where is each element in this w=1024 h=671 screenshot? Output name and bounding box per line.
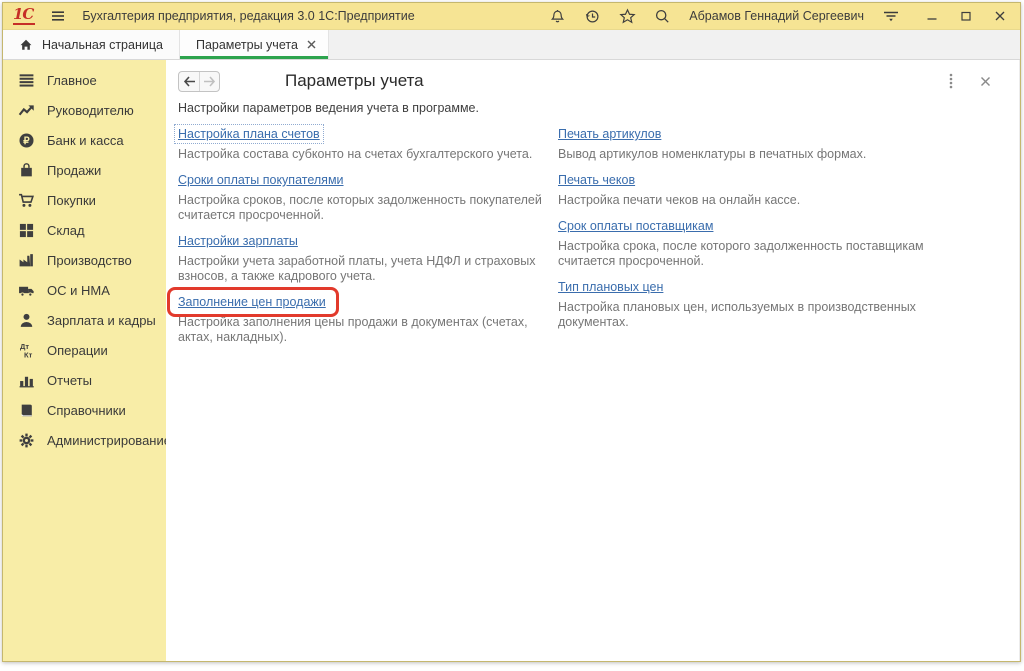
setting-description: Настройка печати чеков на онлайн кассе. <box>558 193 958 208</box>
forward-button[interactable] <box>199 72 219 91</box>
notifications-icon[interactable] <box>547 6 567 26</box>
sidebar-item-label: Главное <box>47 73 97 88</box>
sidebar-item-label: Администрирование <box>47 433 171 448</box>
setting-description: Настройка состава субконто на счетах бух… <box>178 147 558 162</box>
home-icon <box>19 38 33 52</box>
link-nastroyki-zarplaty[interactable]: Настройки зарплаты <box>178 233 298 249</box>
link-tip-planovyh-cen[interactable]: Тип плановых цен <box>558 279 663 295</box>
sections-panel: Главное Руководителю ₽ Банк и касса <box>3 60 166 661</box>
sidebar-item-label: Производство <box>47 253 132 268</box>
history-nav-buttons <box>178 71 220 92</box>
cart-icon <box>17 191 36 210</box>
bar-chart-icon <box>17 371 36 390</box>
sidebar-item-label: Зарплата и кадры <box>47 313 156 328</box>
sidebar-item-bank-i-kassa[interactable]: ₽ Банк и касса <box>3 125 166 155</box>
sidebar-item-label: Справочники <box>47 403 126 418</box>
sidebar-item-operacii[interactable]: Дт Кт Операции <box>3 335 166 365</box>
setting-item-nastroyki-zarplaty: Настройки зарплаты Настройки учета зараб… <box>178 232 558 284</box>
settings-column-right: Печать артикулов Вывод артикулов номенкл… <box>558 125 958 354</box>
accounting-parameters-panel: Параметры учета Настройки параметров вед… <box>166 60 1020 661</box>
tab-home-page[interactable]: Начальная страница <box>3 30 180 59</box>
dtkt-icon: Дт Кт <box>17 341 36 360</box>
setting-item-srok-oplaty-postavshchikam: Срок оплаты поставщикам Настройка срока,… <box>558 217 958 269</box>
tab-close-icon[interactable] <box>307 40 316 49</box>
back-button[interactable] <box>179 72 199 91</box>
window-title: Бухгалтерия предприятия, редакция 3.0 1С… <box>82 9 414 23</box>
main-menu-icon[interactable] <box>48 6 68 26</box>
ruble-circle-icon: ₽ <box>17 131 36 150</box>
tab-bar: Начальная страница Параметры учета <box>3 30 1020 60</box>
bag-icon <box>17 161 36 180</box>
sidebar-item-label: Продажи <box>47 163 101 178</box>
close-window-button[interactable] <box>990 6 1010 26</box>
setting-description: Настройки учета заработной платы, учета … <box>178 254 558 284</box>
sidebar-item-prodazhi[interactable]: Продажи <box>3 155 166 185</box>
setting-description: Настройка заполнения цены продажи в доку… <box>178 315 558 345</box>
link-sroki-oplaty-pokupatelyami[interactable]: Сроки оплаты покупателями <box>178 172 344 188</box>
service-menu-icon[interactable] <box>881 6 901 26</box>
sidebar-item-sklad[interactable]: Склад <box>3 215 166 245</box>
setting-item-sroki-oplaty-pokupatelyami: Сроки оплаты покупателями Настройка срок… <box>178 171 558 223</box>
maximize-button[interactable] <box>956 6 976 26</box>
truck-icon <box>17 281 36 300</box>
sidebar-item-spravochniki[interactable]: Справочники <box>3 395 166 425</box>
settings-column-left: Настройка плана счетов Настройка состава… <box>178 125 558 354</box>
sidebar-item-label: Банк и касса <box>47 133 124 148</box>
tab-accounting-parameters[interactable]: Параметры учета <box>180 30 329 59</box>
page-subtitle: Настройки параметров ведения учета в про… <box>178 101 1005 115</box>
sidebar-item-label: Операции <box>47 343 108 358</box>
setting-description: Настройка плановых цен, используемых в п… <box>558 300 958 330</box>
sidebar-item-otchety[interactable]: Отчеты <box>3 365 166 395</box>
close-form-icon[interactable] <box>980 76 991 87</box>
title-bar: 1С Бухгалтерия предприятия, редакция 3.0… <box>3 3 1020 30</box>
link-pechat-artikulov[interactable]: Печать артикулов <box>558 126 661 142</box>
sidebar-item-proizvodstvo[interactable]: Производство <box>3 245 166 275</box>
setting-description: Настройка сроков, после которых задолжен… <box>178 193 558 223</box>
svg-text:Кт: Кт <box>24 350 33 359</box>
search-icon[interactable] <box>652 6 672 26</box>
tab-label: Параметры учета <box>196 38 298 52</box>
sidebar-item-glavnoe[interactable]: Главное <box>3 65 166 95</box>
favorites-icon[interactable] <box>617 6 637 26</box>
1c-logo: 1С <box>13 7 35 25</box>
page-title: Параметры учета <box>285 71 424 91</box>
sidebar-item-label: Руководителю <box>47 103 134 118</box>
app-window: 1С Бухгалтерия предприятия, редакция 3.0… <box>2 2 1021 662</box>
setting-item-pechat-chekov: Печать чеков Настройка печати чеков на о… <box>558 171 958 208</box>
sidebar-item-zarplata-i-kadry[interactable]: Зарплата и кадры <box>3 305 166 335</box>
setting-item-tip-planovyh-cen: Тип плановых цен Настройка плановых цен,… <box>558 278 958 330</box>
sections-icon <box>17 71 36 90</box>
sidebar-item-label: Покупки <box>47 193 96 208</box>
trend-icon <box>17 101 36 120</box>
book-icon <box>17 401 36 420</box>
setting-description: Настройка срока, после которого задолжен… <box>558 239 958 269</box>
sidebar-item-label: ОС и НМА <box>47 283 110 298</box>
current-user[interactable]: Абрамов Геннадий Сергеевич <box>687 9 866 23</box>
sidebar-item-label: Отчеты <box>47 373 92 388</box>
person-icon <box>17 311 36 330</box>
history-icon[interactable] <box>582 6 602 26</box>
sidebar-item-rukovoditelyu[interactable]: Руководителю <box>3 95 166 125</box>
setting-item-pechat-artikulov: Печать артикулов Вывод артикулов номенкл… <box>558 125 958 162</box>
link-pechat-chekov[interactable]: Печать чеков <box>558 172 635 188</box>
link-srok-oplaty-postavshchikam[interactable]: Срок оплаты поставщикам <box>558 218 713 234</box>
link-nastroyka-plana-schetov[interactable]: Настройка плана счетов <box>174 124 324 144</box>
setting-item-plan-schetov: Настройка плана счетов Настройка состава… <box>178 125 558 162</box>
gear-icon <box>17 431 36 450</box>
tab-label: Начальная страница <box>42 38 163 52</box>
setting-item-zapolnenie-cen-prodazhi: Заполнение цен продажи Настройка заполне… <box>178 293 558 345</box>
setting-description: Вывод артикулов номенклатуры в печатных … <box>558 147 958 162</box>
warehouse-icon <box>17 221 36 240</box>
factory-icon <box>17 251 36 270</box>
sidebar-item-label: Склад <box>47 223 85 238</box>
sidebar-item-administrirovanie[interactable]: Администрирование <box>3 425 166 455</box>
link-zapolnenie-cen-prodazhi[interactable]: Заполнение цен продажи <box>178 294 326 310</box>
more-menu-icon[interactable] <box>949 73 953 89</box>
sidebar-item-pokupki[interactable]: Покупки <box>3 185 166 215</box>
svg-text:₽: ₽ <box>23 136 30 147</box>
minimize-button[interactable] <box>922 6 942 26</box>
sidebar-item-os-i-nma[interactable]: ОС и НМА <box>3 275 166 305</box>
